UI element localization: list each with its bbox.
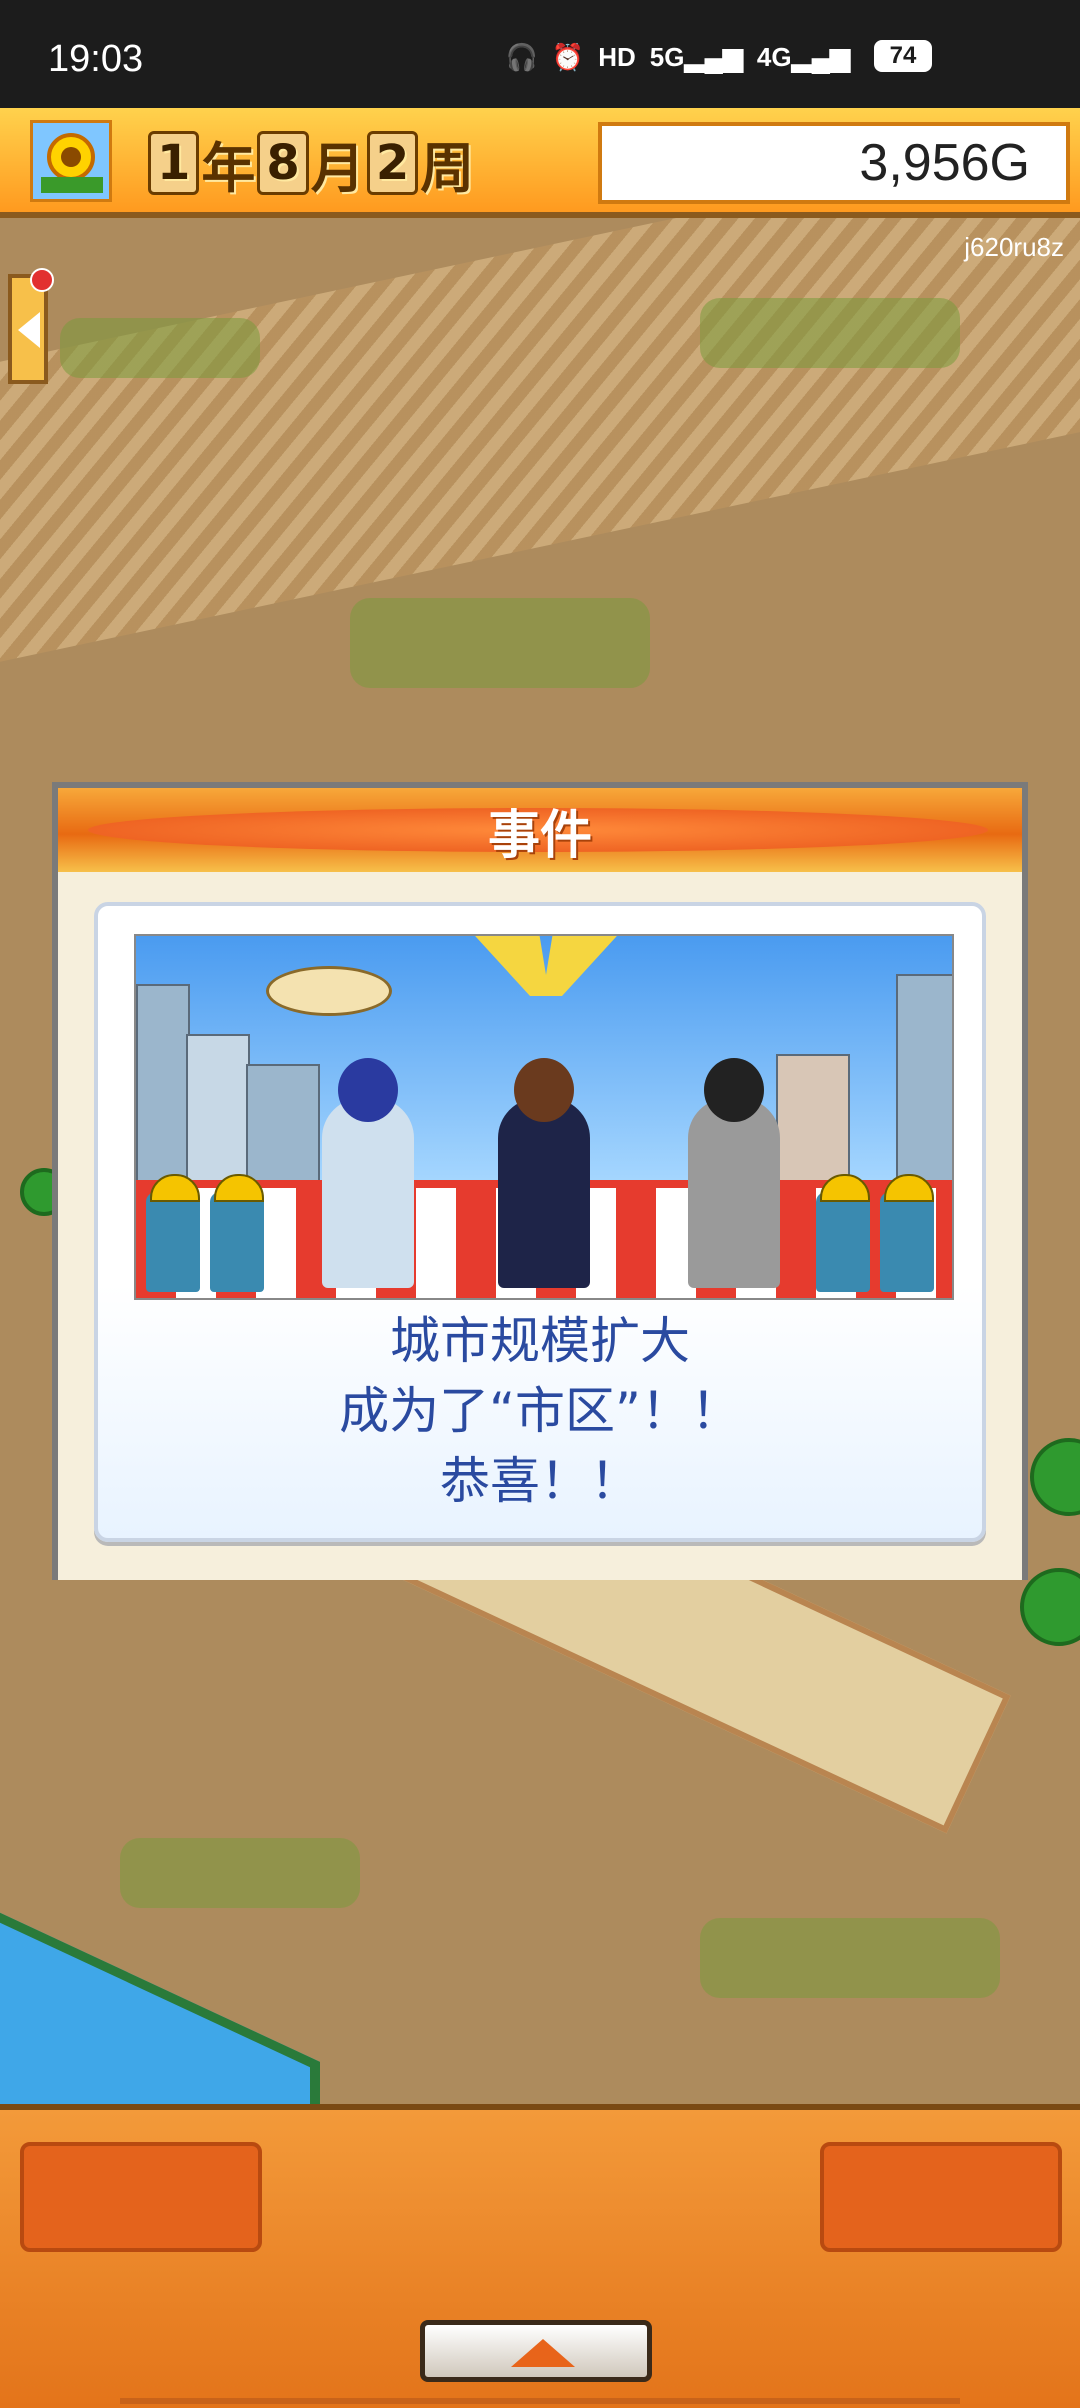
- dialog-title: 事件: [487, 805, 592, 866]
- celebrating-person: [688, 1058, 780, 1288]
- worker-figure: [210, 1174, 264, 1292]
- tree: [1030, 1438, 1080, 1516]
- left-slot-button[interactable]: [20, 2142, 262, 2252]
- worker-figure: [880, 1174, 934, 1292]
- signal-5g-icon: 5G▂▄▆: [649, 42, 743, 72]
- alarm-icon: ⏰: [551, 42, 585, 72]
- status-icons: 🎧 ⏰ HD 5G▂▄▆ 4G▂▄▆: [505, 42, 850, 73]
- year-number: 1: [148, 131, 200, 195]
- game-top-bar: 1 年 8 月 2 周 3,956G: [0, 108, 1080, 218]
- week-unit: 周: [420, 136, 475, 200]
- signal-4g-icon: 4G▂▄▆: [756, 42, 850, 72]
- watermark-id: j620ru8z: [964, 232, 1064, 262]
- grass-patch: [700, 1918, 1000, 1998]
- arrow-left-icon: [18, 312, 40, 348]
- dialog-header: 事件: [58, 788, 1022, 872]
- right-slot-button[interactable]: [820, 2142, 1062, 2252]
- headphones-icon: 🎧: [505, 42, 538, 72]
- event-dialog[interactable]: 事件 城市规模扩大 成为了“市区”！！ 恭喜！！: [52, 782, 1028, 1580]
- dialog-body: 城市规模扩大 成为了“市区”！！ 恭喜！！: [58, 872, 1022, 1580]
- celebrating-person: [498, 1058, 590, 1288]
- ribbon-decoration: [466, 936, 626, 996]
- event-message: 城市规模扩大 成为了“市区”！！ 恭喜！！: [98, 1306, 982, 1516]
- side-panel-toggle[interactable]: [8, 268, 54, 384]
- grass-patch: [350, 598, 650, 688]
- worker-figure: [146, 1174, 200, 1292]
- celebrating-person: [322, 1058, 414, 1288]
- arrow-up-icon: [511, 2339, 575, 2367]
- message-line: 成为了“市区”！！: [339, 1382, 741, 1440]
- divider: [120, 2398, 960, 2404]
- pond: [0, 1894, 320, 2104]
- expand-menu-button[interactable]: [420, 2320, 652, 2382]
- event-card: 城市规模扩大 成为了“市区”！！ 恭喜！！: [94, 902, 986, 1542]
- hd-icon: HD: [598, 42, 636, 72]
- status-time: 19:03: [48, 38, 144, 80]
- notification-dot: [30, 268, 54, 292]
- tree: [1020, 1568, 1080, 1646]
- celebration-illustration: [134, 934, 954, 1300]
- bottom-panel: [0, 2104, 1080, 2408]
- message-line: 恭喜！！: [440, 1452, 640, 1510]
- month-unit: 月: [310, 136, 365, 200]
- game-date: 1 年 8 月 2 周: [148, 126, 474, 200]
- grass-patch: [700, 298, 960, 368]
- worker-figure: [816, 1174, 870, 1292]
- sunflower-season-icon[interactable]: [30, 120, 112, 202]
- battery-icon: 74: [874, 40, 932, 72]
- blimp-icon: [266, 966, 392, 1016]
- week-number: 2: [366, 131, 419, 195]
- grass-patch: [120, 1838, 360, 1908]
- grass-patch: [60, 318, 260, 378]
- status-bar: 19:03 🎧 ⏰ HD 5G▂▄▆ 4G▂▄▆ 74: [0, 0, 1080, 108]
- message-line: 城市规模扩大: [390, 1312, 690, 1370]
- year-unit: 年: [201, 136, 256, 200]
- money-display: 3,956G: [598, 122, 1070, 204]
- month-number: 8: [257, 131, 309, 195]
